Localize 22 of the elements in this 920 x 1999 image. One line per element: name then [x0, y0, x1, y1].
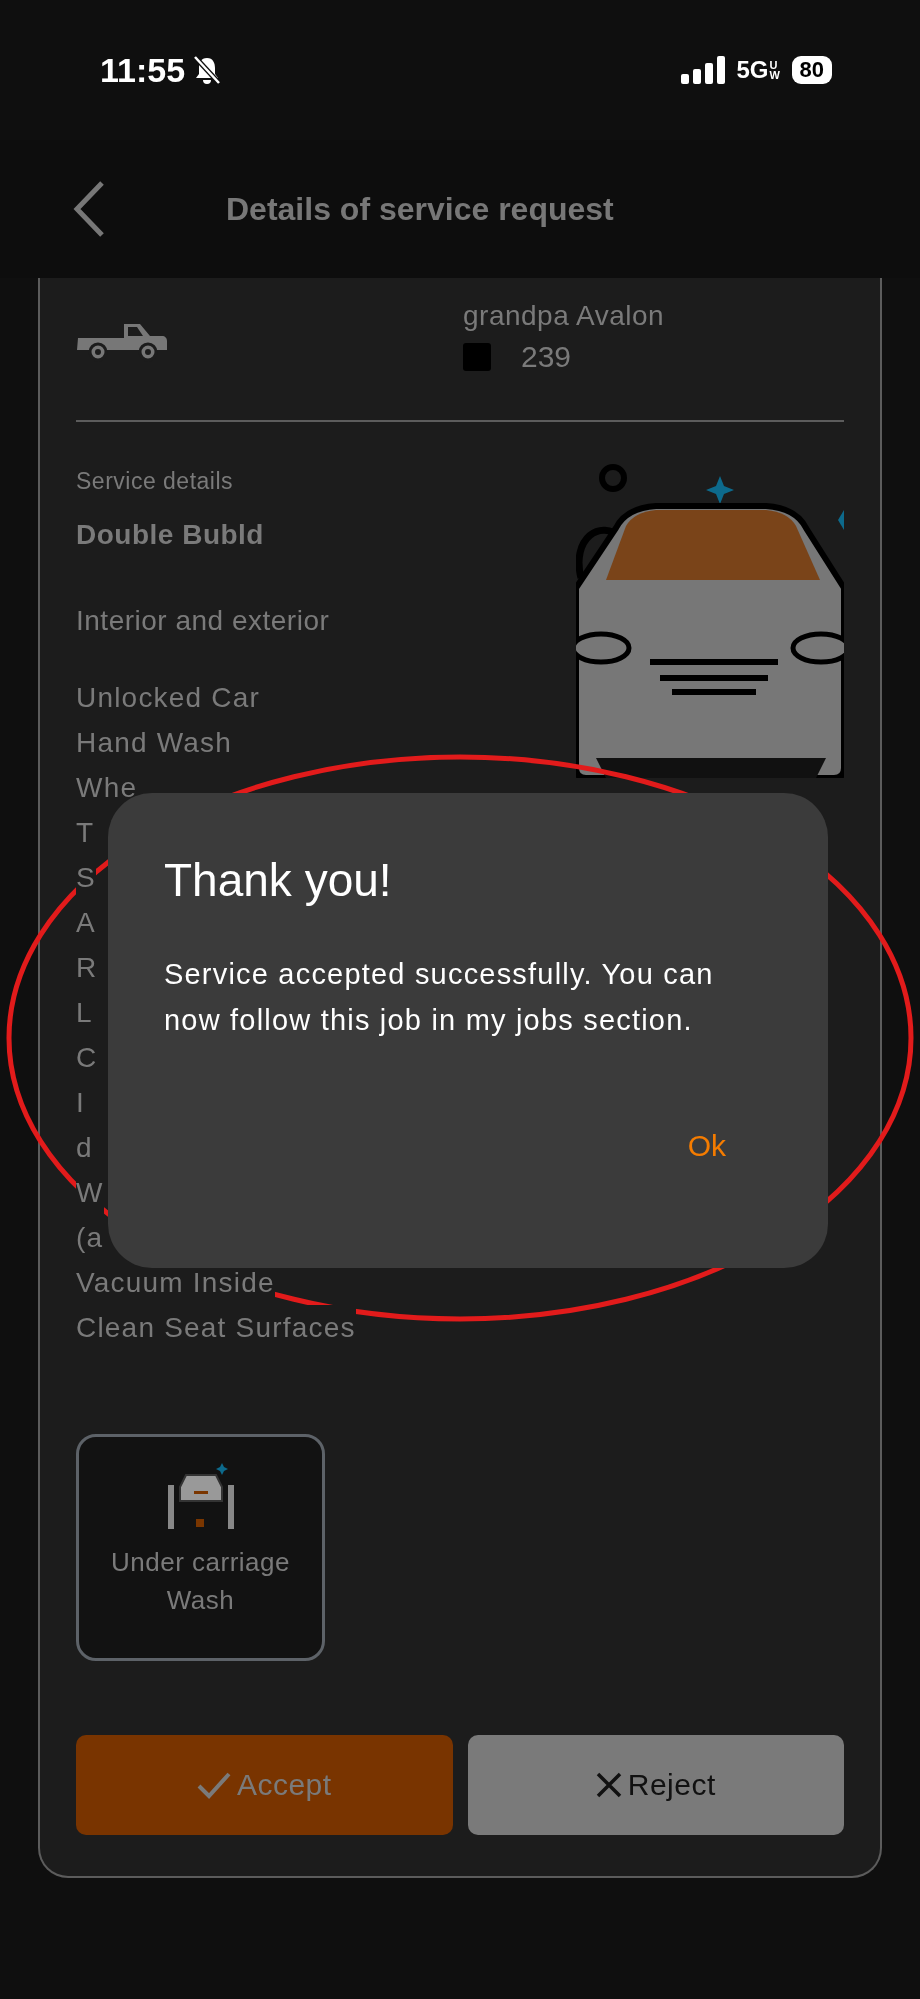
ok-button[interactable]: Ok	[687, 1129, 726, 1163]
reject-button[interactable]: Reject	[467, 1735, 844, 1835]
vehicle-name: grandpa Avalon	[463, 300, 665, 332]
pickup-truck-icon	[76, 322, 168, 362]
addon-label: Under carriage Wash	[110, 1546, 291, 1617]
plate-number: 239	[521, 340, 572, 374]
package-name: Double Bubld	[76, 519, 265, 551]
close-icon	[595, 1772, 622, 1798]
addon-card[interactable]: Under carriage Wash	[76, 1434, 325, 1661]
network-sub-label: UW	[769, 60, 780, 80]
section-label: Service details	[76, 468, 235, 495]
page-title: Details of service request	[226, 190, 614, 228]
dialog-message: Service accepted successfully. You can now follow this job in my jobs section.	[164, 957, 715, 1038]
service-scope: Interior and exterior	[76, 605, 331, 637]
signal-icon	[680, 56, 725, 84]
network-label: 5G	[736, 56, 769, 84]
battery-level: 80	[791, 56, 832, 84]
car-lift-icon	[165, 1463, 236, 1531]
check-icon	[196, 1771, 231, 1799]
dialog-title: Thank you!	[164, 853, 393, 907]
status-time: 11:55	[100, 50, 186, 90]
back-icon[interactable]	[72, 180, 106, 238]
